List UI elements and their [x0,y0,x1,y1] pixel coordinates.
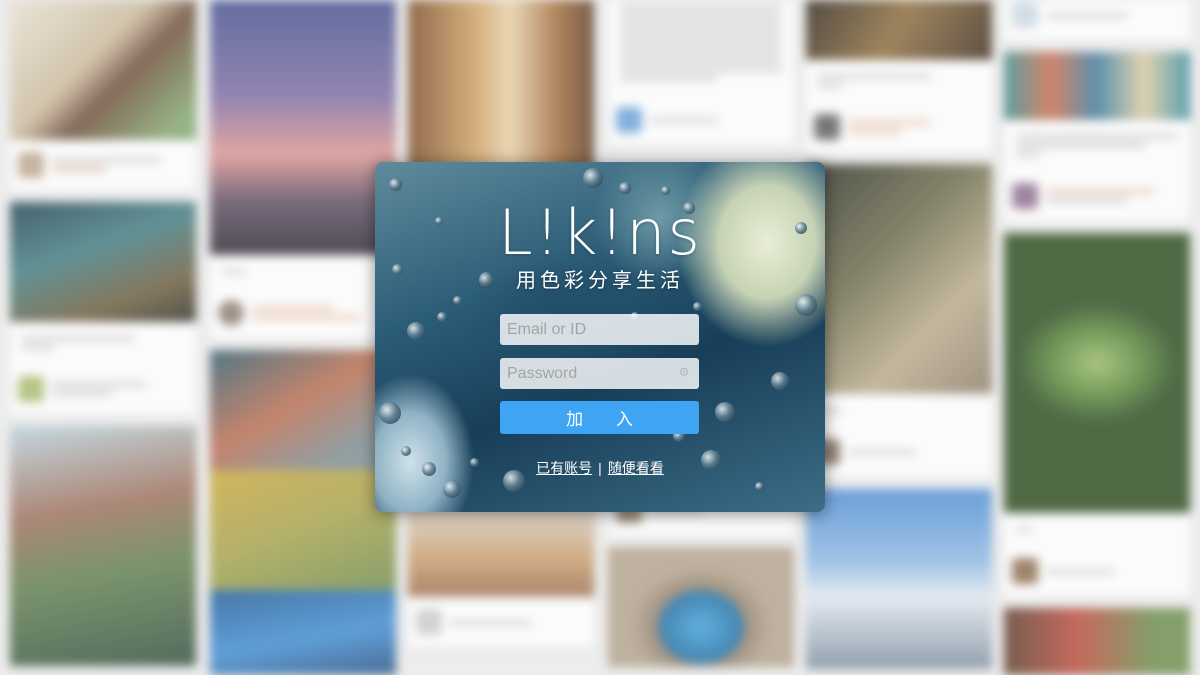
existing-account-link[interactable]: 已有账号 [536,460,592,476]
password-input[interactable] [500,358,699,389]
join-button[interactable]: 加 入 [500,401,699,434]
logo-text: L!k!ns [498,196,702,269]
email-input[interactable] [500,314,699,345]
link-separator: | [598,460,602,476]
key-icon[interactable]: ⚙ [677,365,691,379]
login-panel: L!k!ns 用色彩分享生活 ⚙ 加 入 已有账号 | 随便看看 [375,162,825,512]
auth-links: 已有账号 | 随便看看 [375,458,825,478]
browse-link[interactable]: 随便看看 [608,460,664,476]
slogan: 用色彩分享生活 [516,270,684,292]
